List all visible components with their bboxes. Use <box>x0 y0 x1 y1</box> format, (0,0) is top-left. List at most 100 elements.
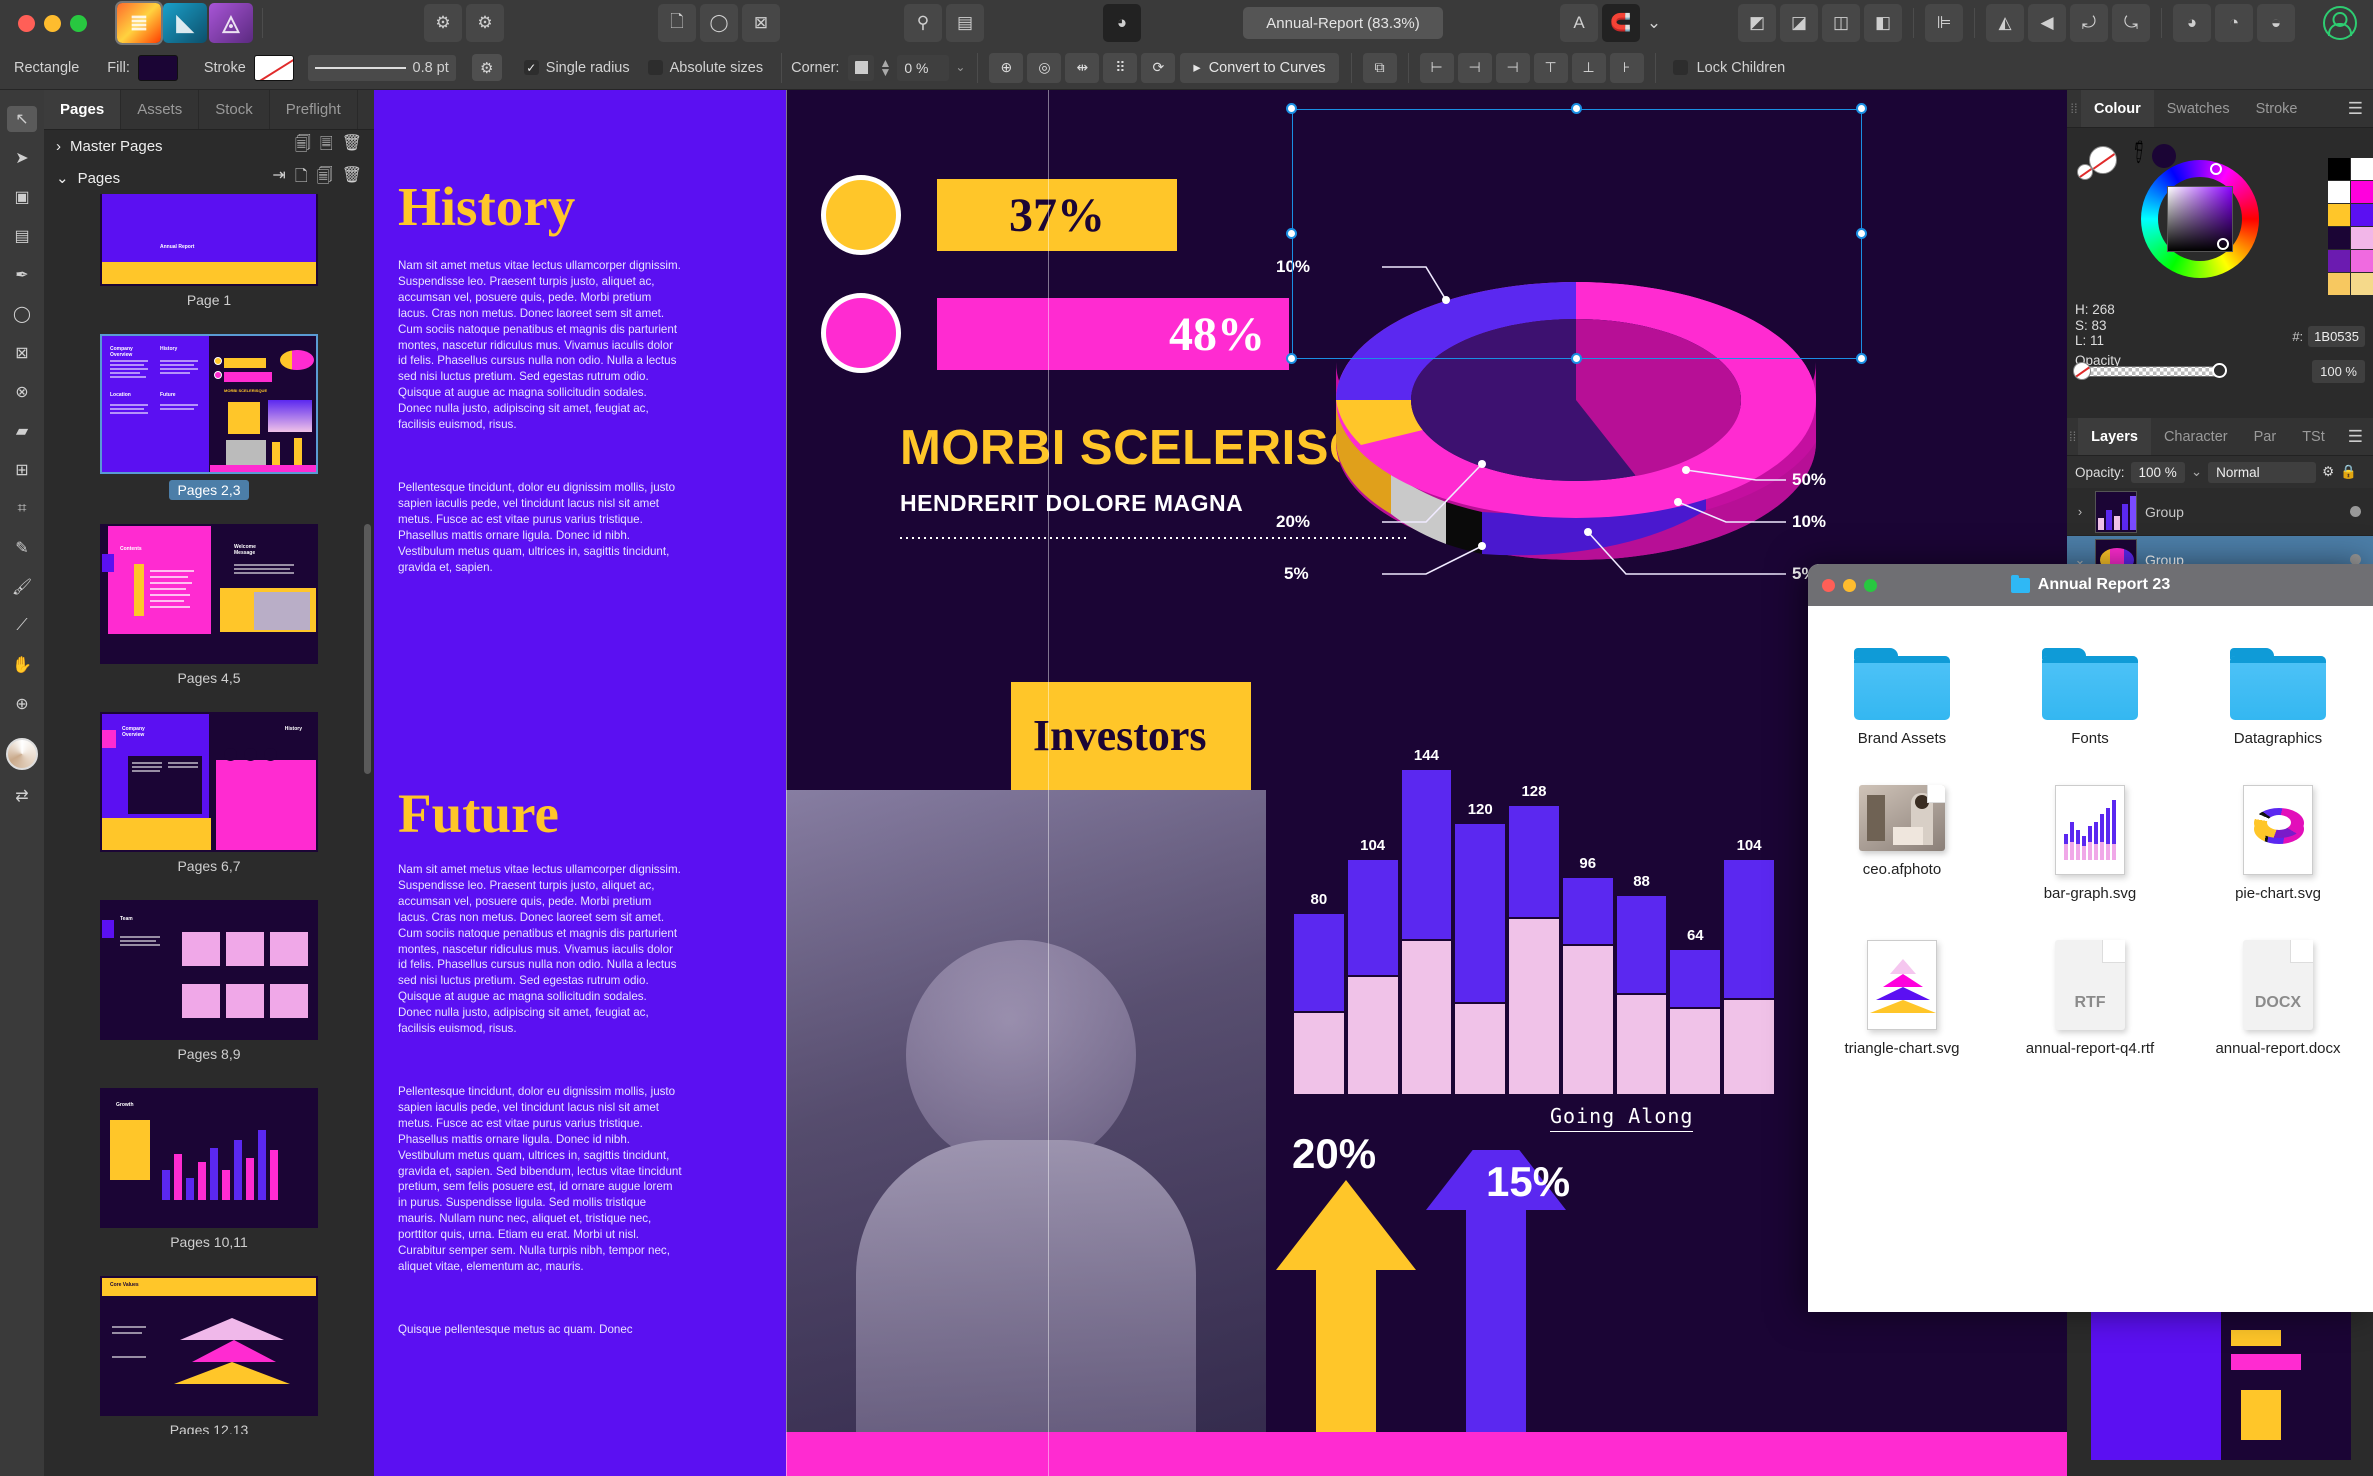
stroke-settings-gear-icon[interactable]: ⚙ <box>472 54 502 81</box>
layers-settings-gear-icon[interactable]: ⚙ <box>2322 464 2334 480</box>
distribute-icon[interactable]: ⇹ <box>1065 53 1099 83</box>
snapping-chevron-down-icon[interactable]: ⌄ <box>1644 4 1664 42</box>
text-style-icon[interactable]: A <box>1560 4 1598 42</box>
layer-row-group-1[interactable]: › Group <box>2067 488 2373 536</box>
page-thumbnail-2-3[interactable]: CompanyOverview History Location <box>100 334 318 474</box>
list-item[interactable]: triangle-chart.svg <box>1808 926 1996 1081</box>
pages-scrollbar[interactable] <box>364 524 371 774</box>
selection-handle-br[interactable] <box>1856 353 1867 364</box>
pencil-tool-icon[interactable]: ✎ <box>7 535 37 561</box>
fill-tool-icon[interactable]: ▰ <box>7 418 37 444</box>
eyedropper-icon[interactable]: 🖊 <box>2125 137 2154 166</box>
swatch-cell[interactable] <box>2351 158 2373 180</box>
panel-grip-icon[interactable]: ⁞⁞ <box>2067 90 2081 127</box>
chevron-down-icon[interactable]: ⌄ <box>56 169 69 187</box>
selection-handle-tr[interactable] <box>1856 103 1867 114</box>
stat-circle-yellow[interactable] <box>821 175 901 255</box>
layer-visibility-toggle[interactable] <box>2350 506 2361 517</box>
tab-text-styles[interactable]: TSt <box>2289 418 2338 455</box>
stat-circle-pink[interactable] <box>821 293 901 373</box>
list-item[interactable]: CompanyOverview History <box>100 712 318 890</box>
duplicate-page-icon[interactable]: 🗐 <box>317 165 333 192</box>
colour-picker-body[interactable]: 🖊 H: 268 S: 83 <box>2067 128 2373 418</box>
list-item[interactable]: Fonts <box>1996 634 2184 771</box>
photo-persona-icon[interactable]: ◣ <box>163 3 207 43</box>
stat-bar-pink[interactable]: 48% <box>937 298 1289 370</box>
stroke-width-slider[interactable]: 0.8 pt <box>308 55 456 81</box>
swatch-cell[interactable] <box>2351 181 2373 203</box>
hex-field-group[interactable]: #: 1B0535 <box>2292 326 2365 347</box>
swatch-cell[interactable] <box>2328 250 2350 272</box>
tab-pages[interactable]: Pages <box>44 90 121 129</box>
list-item[interactable]: pie-chart.svg <box>2184 771 2372 926</box>
layers-opacity-input[interactable]: 100 % <box>2131 462 2185 483</box>
transform-origin-icon[interactable]: ⊕ <box>989 53 1023 83</box>
mask-layer-icon[interactable]: ◕ <box>2173 4 2211 42</box>
colour-wheel-tool-icon[interactable] <box>6 738 38 770</box>
page-thumbnail-12-13[interactable]: Core Values <box>100 1276 318 1416</box>
pink-footer-band[interactable] <box>786 1432 2067 1476</box>
chevron-right-icon[interactable]: › <box>56 138 61 155</box>
selection-handle-tc[interactable] <box>1571 103 1582 114</box>
selection-handle-tl[interactable] <box>1286 103 1297 114</box>
colour-swatch-grid[interactable] <box>2328 158 2373 295</box>
account-avatar-icon[interactable] <box>2323 6 2357 40</box>
list-item[interactable]: Annual Report Page 1 <box>100 194 318 324</box>
fill-colour-swatch[interactable] <box>138 55 178 81</box>
maximize-window-button[interactable] <box>70 15 87 32</box>
sl-knob[interactable] <box>2217 238 2229 250</box>
swap-colours-icon[interactable]: ⇄ <box>7 783 37 809</box>
text-frame-tool-icon[interactable]: ▣ <box>7 184 37 210</box>
page-thumbnail-list[interactable]: Annual Report Page 1 CompanyOverview <box>44 194 374 1434</box>
list-item[interactable]: DOCX annual-report.docx <box>2184 926 2372 1081</box>
opacity-value-input[interactable]: 100 % <box>2312 360 2365 383</box>
artistic-text-tool-icon[interactable]: ▤ <box>7 223 37 249</box>
rotate-left-icon[interactable]: ⤾ <box>2070 4 2108 42</box>
convert-to-curves-button[interactable]: ▸ Convert to Curves <box>1180 53 1338 83</box>
list-item[interactable]: CompanyOverview History Location <box>100 334 318 514</box>
text-frame-icon[interactable]: ▤ <box>946 4 984 42</box>
show-handles-icon[interactable]: ◎ <box>1027 53 1061 83</box>
absolute-sizes-checkbox[interactable]: Absolute sizes <box>648 60 764 76</box>
lock-children-checkbox[interactable]: Lock Children <box>1673 60 1786 76</box>
tab-preflight[interactable]: Preflight <box>270 90 358 129</box>
align-left-icon[interactable]: ⊢ <box>1420 53 1454 83</box>
place-image-icon[interactable]: 🗋 <box>658 4 696 42</box>
align-center-horizontal-icon[interactable]: ⊣ <box>1458 53 1492 83</box>
opacity-none-icon[interactable] <box>2073 362 2091 380</box>
pages-section[interactable]: ⌄ Pages ⇥ 🗋 🗐 🗑 <box>44 162 374 194</box>
list-item[interactable]: Datagraphics <box>2184 634 2372 771</box>
colour-picker-studio-icon[interactable]: ◕ <box>1103 4 1141 42</box>
preferences-gear-icon[interactable]: ⚙ <box>424 4 462 42</box>
list-item[interactable]: Team Pages 8,9 <box>100 900 318 1078</box>
tab-colour[interactable]: Colour <box>2081 90 2154 127</box>
designer-persona-icon[interactable]: ◬ <box>209 3 253 43</box>
hue-knob[interactable] <box>2210 163 2222 175</box>
current-colour-swatch[interactable] <box>2152 144 2176 168</box>
pin-icon[interactable]: ⚲ <box>904 4 942 42</box>
duplicate-master-page-icon[interactable]: 🗏 <box>320 133 333 160</box>
swatch-cell[interactable] <box>2328 227 2350 249</box>
pen-tool-icon[interactable]: ✒ <box>7 262 37 288</box>
add-shapes-icon[interactable]: ◩ <box>1738 4 1776 42</box>
finder-file-grid[interactable]: Brand Assets Fonts Datagraphics <box>1808 606 2373 1081</box>
subtract-shapes-icon[interactable]: ◪ <box>1780 4 1818 42</box>
swatch-cell[interactable] <box>2328 204 2350 226</box>
page-thumbnail-4-5[interactable]: Contents WelcomeMessage <box>100 524 318 664</box>
list-item[interactable]: Brand Assets <box>1808 634 1996 771</box>
selection-handle-mr[interactable] <box>1856 228 1867 239</box>
grid-nodes-icon[interactable]: ⠿ <box>1103 53 1137 83</box>
table-tool-icon[interactable]: ⊞ <box>7 457 37 483</box>
align-right-icon[interactable]: ⊣ <box>1496 53 1530 83</box>
hex-value-input[interactable]: 1B0535 <box>2308 326 2365 347</box>
stat-bar-yellow[interactable]: 37% <box>937 179 1177 251</box>
zoom-tool-icon[interactable]: ⊕ <box>7 691 37 717</box>
tab-swatches[interactable]: Swatches <box>2154 90 2243 127</box>
bar-chart[interactable]: Going Up Going Along 8010414412012896886… <box>1236 730 1796 1150</box>
list-item[interactable]: ceo.afphoto <box>1808 771 1996 926</box>
master-pages-section[interactable]: › Master Pages 🗐 🗏 🗑 <box>44 130 374 162</box>
tab-stroke[interactable]: Stroke <box>2243 90 2311 127</box>
paint-brush-tool-icon[interactable]: 🖌 <box>7 574 37 600</box>
tab-stock[interactable]: Stock <box>199 90 270 129</box>
tab-character[interactable]: Character <box>2151 418 2241 455</box>
